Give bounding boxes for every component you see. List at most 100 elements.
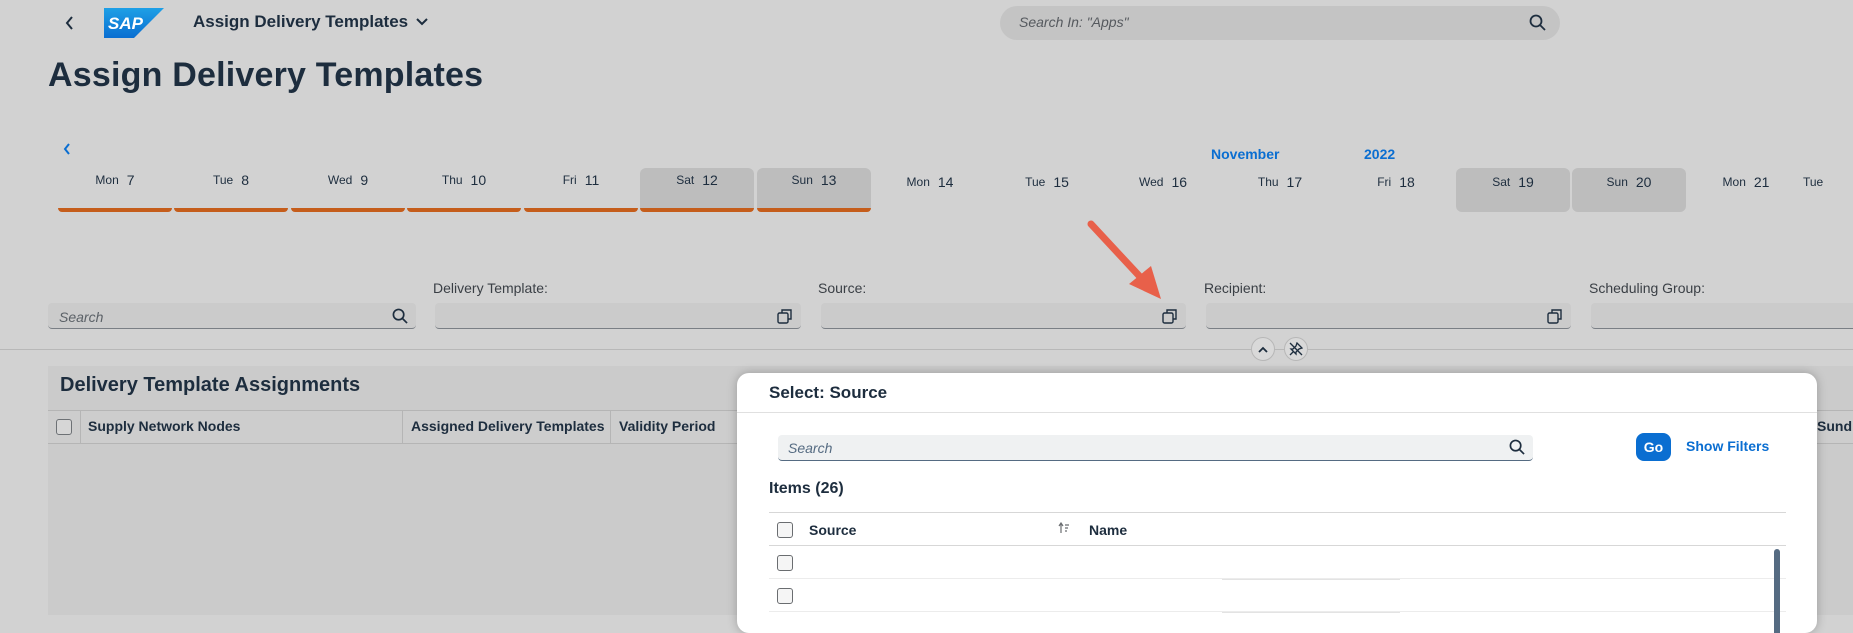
day-name: Mon xyxy=(906,175,930,189)
day-name: Sun xyxy=(791,173,813,187)
calendar-day[interactable]: Sat 19 xyxy=(1456,168,1570,212)
calendar-day[interactable]: Sat 12 xyxy=(640,168,754,212)
filter-search-input[interactable]: Search xyxy=(48,303,416,329)
sort-ascending-icon[interactable] xyxy=(1058,521,1070,539)
day-name: Wed xyxy=(327,173,353,187)
dialog-header-divider xyxy=(737,412,1817,413)
day-number: 20 xyxy=(1635,174,1652,190)
calendar-day[interactable]: Tue 15 xyxy=(990,168,1104,212)
table-row[interactable] xyxy=(769,546,1786,579)
chevron-up-icon xyxy=(1258,346,1268,353)
chevron-left-icon xyxy=(63,143,70,155)
select-all-checkbox[interactable] xyxy=(56,419,72,435)
day-number: 9 xyxy=(360,172,369,188)
day-name: Thu xyxy=(441,173,463,187)
calendar-day[interactable]: Tue xyxy=(1800,168,1853,212)
column-header-sunday[interactable]: Sund xyxy=(1817,418,1852,434)
calendar-year: 2022 xyxy=(1364,146,1396,162)
svg-text:SAP: SAP xyxy=(108,14,144,33)
back-button[interactable] xyxy=(54,8,86,38)
column-header-source[interactable]: Source xyxy=(809,522,856,538)
value-help-icon[interactable] xyxy=(777,308,793,329)
column-separator xyxy=(610,410,611,444)
go-button[interactable]: Go xyxy=(1636,433,1671,461)
day-name: Sat xyxy=(676,173,695,187)
column-separator xyxy=(80,410,81,444)
shell-search-placeholder: Search In: "Apps" xyxy=(1019,14,1129,30)
calendar-day[interactable]: Mon 7 xyxy=(58,168,172,212)
calendar-day[interactable]: Wed 16 xyxy=(1106,168,1220,212)
day-number: 13 xyxy=(820,172,837,188)
row-checkbox[interactable] xyxy=(777,555,793,571)
day-number: 21 xyxy=(1753,174,1770,190)
day-name: Tue xyxy=(1803,175,1824,189)
calendar-prev-button[interactable] xyxy=(62,142,80,164)
calendar-day[interactable]: Sun 13 xyxy=(757,168,871,212)
items-count: Items (26) xyxy=(769,480,844,497)
page-title: Assign Delivery Templates xyxy=(48,56,484,94)
dialog-search-input[interactable]: Search xyxy=(778,435,1533,461)
delivery-template-label: Delivery Template: xyxy=(433,280,548,296)
value-help-icon[interactable] xyxy=(1162,308,1178,329)
calendar-day[interactable]: Fri 11 xyxy=(524,168,638,212)
calendar-day[interactable]: Mon 21 xyxy=(1689,168,1803,212)
annotation-arrow xyxy=(1085,218,1165,308)
select-source-dialog: Select: Source Search Go Show Filters It… xyxy=(737,373,1817,633)
app-title: Assign Delivery Templates xyxy=(193,12,409,31)
row-checkbox[interactable] xyxy=(777,588,793,604)
collapse-header-button[interactable] xyxy=(1251,337,1275,361)
day-number: 16 xyxy=(1171,174,1188,190)
source-label: Source: xyxy=(818,280,867,296)
pin-header-button[interactable] xyxy=(1284,337,1308,361)
recipient-input[interactable] xyxy=(1206,303,1571,329)
day-name: Wed xyxy=(1138,175,1164,189)
calendar-day[interactable]: Tue 8 xyxy=(174,168,288,212)
day-name: Tue xyxy=(212,173,234,187)
shell-search-field[interactable]: Search In: "Apps" xyxy=(1000,6,1560,40)
calendar-day[interactable]: Mon 14 xyxy=(873,168,987,212)
column-header-supply-network-nodes[interactable]: Supply Network Nodes xyxy=(88,418,240,434)
day-number: 8 xyxy=(241,172,250,188)
calendar-day[interactable]: Fri 18 xyxy=(1339,168,1453,212)
day-number: 10 xyxy=(470,172,487,188)
search-icon[interactable] xyxy=(1529,14,1546,36)
calendar-day[interactable]: Wed 9 xyxy=(291,168,405,212)
scheduling-group-input[interactable] xyxy=(1591,303,1853,329)
day-number: 15 xyxy=(1053,174,1069,190)
value-help-icon[interactable] xyxy=(1547,308,1563,329)
app-title-menu[interactable]: Assign Delivery Templates xyxy=(193,12,428,32)
filter-search-placeholder: Search xyxy=(59,309,104,325)
day-number: 19 xyxy=(1518,174,1534,190)
delivery-template-input[interactable] xyxy=(435,303,801,329)
calendar-day[interactable]: Sun 20 xyxy=(1572,168,1686,212)
day-name: Fri xyxy=(562,173,577,187)
calendar-day[interactable]: Thu 10 xyxy=(407,168,521,212)
text-placeholder xyxy=(1222,612,1400,613)
calendar-month: November xyxy=(1211,146,1280,162)
dialog-search-placeholder: Search xyxy=(788,440,833,456)
scrollbar-thumb[interactable] xyxy=(1774,549,1780,633)
chevron-down-icon xyxy=(416,18,428,26)
dialog-table-header xyxy=(769,512,1786,546)
column-header-name[interactable]: Name xyxy=(1089,522,1127,538)
column-header-validity-period[interactable]: Validity Period xyxy=(619,418,715,434)
day-name: Sat xyxy=(1492,175,1511,189)
scheduling-group-label: Scheduling Group: xyxy=(1589,280,1705,296)
day-name: Fri xyxy=(1377,175,1392,189)
day-name: Thu xyxy=(1257,175,1279,189)
sap-logo[interactable]: SAP xyxy=(104,8,164,38)
day-name: Mon xyxy=(1722,175,1746,189)
search-icon[interactable] xyxy=(1509,439,1525,460)
dialog-title: Select: Source xyxy=(769,383,888,402)
day-number: 12 xyxy=(702,172,718,188)
column-header-assigned-delivery-templates[interactable]: Assigned Delivery Templates xyxy=(411,418,604,434)
table-row[interactable] xyxy=(769,579,1786,612)
calendar-day[interactable]: Thu 17 xyxy=(1223,168,1337,212)
day-name: Sun xyxy=(1606,175,1628,189)
pin-icon xyxy=(1289,342,1303,356)
select-all-checkbox[interactable] xyxy=(777,522,793,538)
chevron-left-icon xyxy=(65,16,73,30)
show-filters-button[interactable]: Show Filters xyxy=(1686,438,1769,454)
day-number: 17 xyxy=(1286,174,1303,190)
search-icon[interactable] xyxy=(392,308,408,329)
